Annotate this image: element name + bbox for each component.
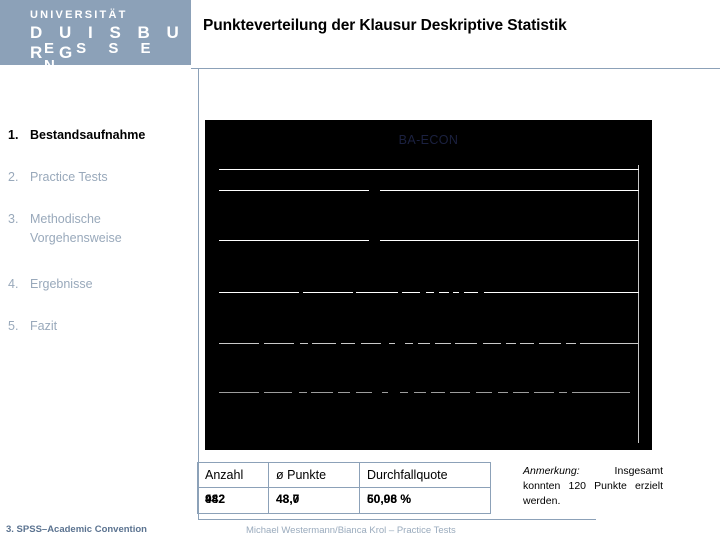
university-logo: UNIVERSITÄT D U I S B U R G E S S E N (0, 0, 191, 65)
sidebar-item-ergebnisse[interactable]: 4. Ergebnisse (8, 275, 93, 294)
chart-gridline (219, 392, 639, 393)
cell-punkte: 48,0 43,7 (268, 487, 360, 514)
header-divider (191, 68, 720, 69)
agenda-number: 4. (8, 277, 19, 291)
annotation-note: Anmerkung: Insgesamt konnten 120 Punkte … (523, 464, 663, 509)
chart-title: BA-ECON (398, 133, 459, 147)
sidebar-item-fazit[interactable]: 5. Fazit (8, 317, 57, 336)
footer-divider (198, 519, 596, 520)
cell-anzahl-overlay: 442 (205, 492, 226, 506)
chart-gridline (219, 169, 639, 170)
agenda-label: Methodische Vorgehensweise (30, 212, 122, 246)
chart-gridline (380, 240, 639, 241)
cell-punkte-overlay: 43,7 (276, 492, 300, 506)
table-row: 982 442 48,0 43,7 60,06 % 50,98 % (197, 487, 491, 514)
column-header-anzahl: Anzahl (197, 462, 269, 488)
agenda-label: Bestandsaufnahme (30, 128, 146, 142)
column-header-durchfallquote: Durchfallquote (359, 462, 491, 488)
cell-quote-overlay: 50,98 % (367, 492, 412, 506)
footer-left-label: 3. SPSS–Academic Convention (6, 524, 147, 535)
agenda-number: 3. (8, 212, 19, 226)
agenda-label: Fazit (30, 319, 58, 333)
agenda-label: Ergebnisse (30, 277, 93, 291)
agenda-number: 5. (8, 319, 19, 333)
cell-durchfallquote: 60,06 % 50,98 % (359, 487, 491, 514)
agenda-number: 1. (8, 128, 19, 142)
sidebar-divider (198, 68, 199, 520)
table-header-row: Anzahl ø Punkte Durchfallquote (197, 462, 491, 488)
page-title: Punkteverteilung der Klausur Deskriptive… (203, 17, 567, 34)
chart-gridline (219, 190, 369, 191)
slide-root: UNIVERSITÄT D U I S B U R G E S S E N Pu… (0, 0, 720, 540)
sidebar-item-bestandsaufnahme[interactable]: 1. Bestandsaufnahme (8, 126, 145, 145)
logo-line-universitaet: UNIVERSITÄT (30, 9, 128, 21)
cell-anzahl: 982 442 (197, 487, 269, 514)
chart-gridline (219, 240, 369, 241)
chart-panel: BA-ECON (205, 120, 652, 450)
results-table: Anzahl ø Punkte Durchfallquote 982 442 4… (197, 462, 491, 514)
agenda-number: 2. (8, 170, 19, 184)
footer-center-label: Michael Westermann/Bianca Krol – Practic… (246, 525, 456, 536)
sidebar-item-practice-tests[interactable]: 2. Practice Tests (8, 168, 108, 187)
chart-gridline (219, 343, 639, 344)
agenda-label: Practice Tests (30, 170, 108, 184)
chart-gridline (380, 190, 639, 191)
chart-gridline (219, 292, 639, 293)
sidebar-item-methodische-vorgehensweise[interactable]: 3. Methodische Vorgehensweise (8, 210, 178, 249)
annotation-label: Anmerkung: (523, 465, 580, 477)
logo-line-essen: E S S E N (44, 40, 160, 65)
column-header-punkte: ø Punkte (268, 462, 360, 488)
chart-axis-line (638, 165, 639, 443)
